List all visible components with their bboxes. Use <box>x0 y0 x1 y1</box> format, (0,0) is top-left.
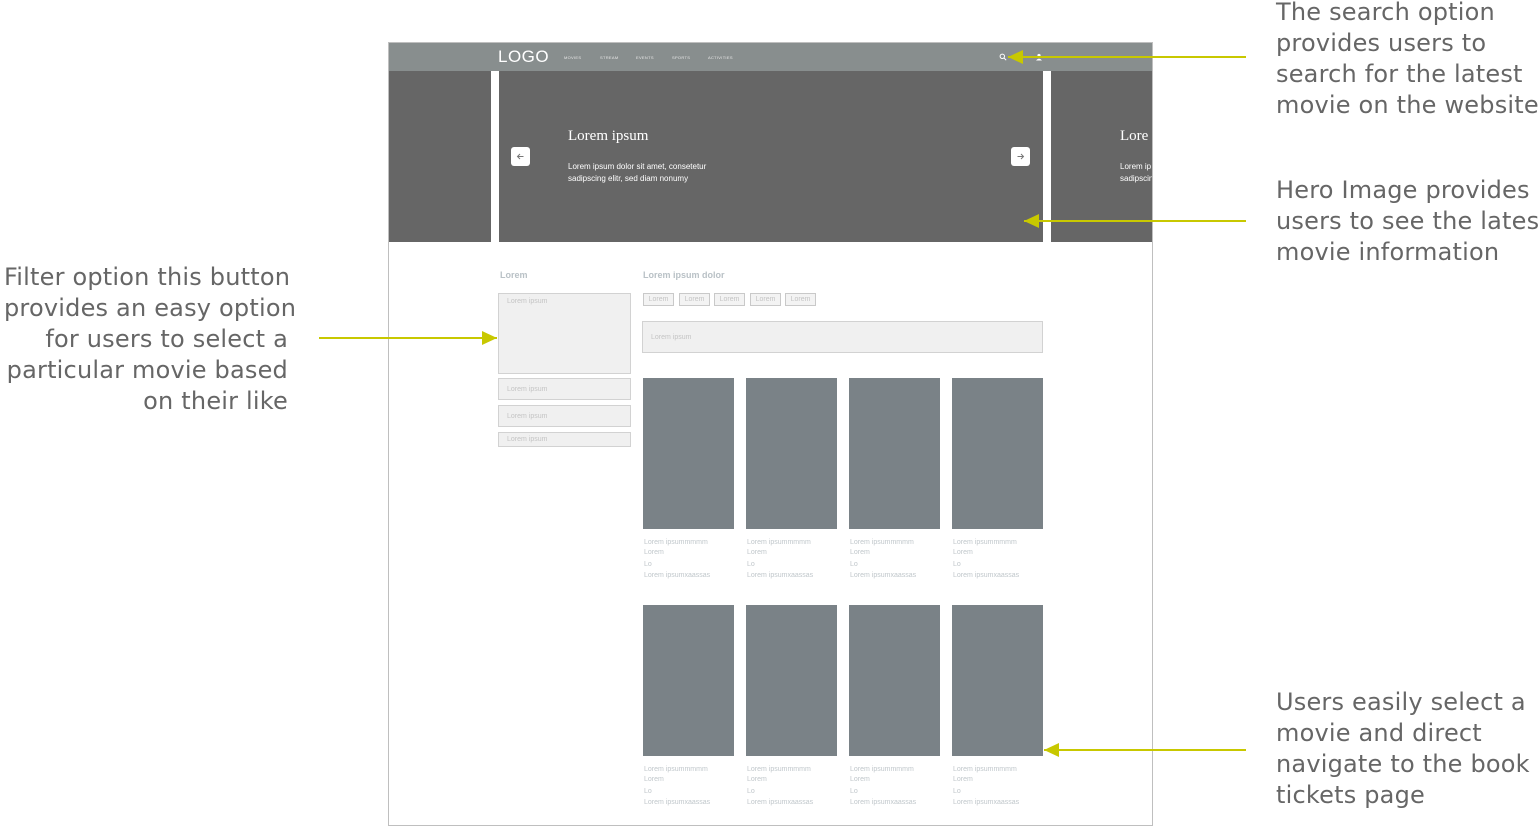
movie-card-text: Lorem <box>747 549 767 556</box>
nav-bar: LOGO MOVIES STREAM EVENTS SPORTS ACTIVIT… <box>389 43 1152 71</box>
movie-card-text: Lorem <box>747 776 767 783</box>
annotation-line: movie information <box>1276 238 1500 266</box>
hero-slide-next: Lore Lorem ip sadipscin <box>1051 71 1153 242</box>
annotation-line: The search option <box>1276 0 1495 26</box>
filter-heading: Lorem <box>500 270 528 280</box>
movie-card-text: Lorem ipsumxaassas <box>644 799 711 806</box>
annotation-line: particular movie based <box>6 356 288 384</box>
movie-card-text: Lorem <box>953 549 973 556</box>
user-icon[interactable] <box>1035 53 1043 61</box>
movie-card[interactable] <box>643 378 734 529</box>
movie-card[interactable] <box>746 378 837 529</box>
movie-card-text: Lorem <box>644 776 664 783</box>
nav-item-movies[interactable]: MOVIES <box>564 55 581 60</box>
filter-option-main[interactable]: Lorem ipsum <box>498 293 631 374</box>
movie-card-text: Lorem ipsumxaassas <box>953 572 1020 579</box>
hero-slide-main: Lorem ipsum Lorem ipsum dolor sit amet, … <box>499 71 1043 242</box>
filter-chip[interactable]: Lorem <box>643 293 674 306</box>
annotation-line: navigate to the book <box>1276 750 1530 778</box>
movie-card-text: Lorem ipsumxaassas <box>644 572 711 579</box>
hero-prev-button[interactable] <box>511 147 530 166</box>
filter-chip[interactable]: Lorem <box>714 293 745 306</box>
annotation-line: Hero Image provides <box>1276 176 1530 204</box>
nav-item-stream[interactable]: STREAM <box>600 55 618 60</box>
annotation-line: movie on the website <box>1276 91 1539 119</box>
annotation-line: provides an easy option <box>4 294 297 322</box>
search-icon[interactable] <box>999 53 1007 61</box>
hero-text: sadipscing elitr, sed diam nonumy <box>568 174 689 183</box>
movie-card-text: Lorem <box>850 776 870 783</box>
search-input[interactable]: Lorem ipsum <box>642 321 1043 353</box>
movie-card-text: Lorem ipsumxaassas <box>850 799 917 806</box>
filter-chip[interactable]: Lorem <box>750 293 781 306</box>
annotation-line: on their like <box>143 387 288 415</box>
movie-card-text: Lorem <box>953 776 973 783</box>
annotation-line: users to see the latest <box>1276 207 1540 235</box>
movie-card-text: Lo <box>850 788 858 795</box>
hero-next-button[interactable] <box>1011 147 1030 166</box>
movie-card-text: Lo <box>953 561 961 568</box>
hero-peek-text: Lorem ip <box>1120 162 1152 171</box>
content-heading: Lorem ipsum dolor <box>643 270 725 280</box>
hero-peek-title: Lore <box>1120 128 1149 144</box>
annotation-hero: Hero Image provides users to see the lat… <box>1276 175 1540 268</box>
annotation-line: Users easily select a <box>1276 688 1526 716</box>
movie-card-text: Lo <box>644 788 652 795</box>
movie-card-text: Lo <box>747 788 755 795</box>
logo[interactable]: LOGO <box>498 47 549 67</box>
annotation-filter: Filter option this button provides an ea… <box>4 262 297 417</box>
arrow-left-icon <box>516 153 524 160</box>
hero-slide-previous <box>389 71 491 242</box>
annotation-line: tickets page <box>1276 781 1425 809</box>
nav-item-events[interactable]: EVENTS <box>636 55 654 60</box>
movie-card-text: Lorem ipsumxaassas <box>747 572 814 579</box>
filter-option[interactable]: Lorem ipsum <box>498 405 631 427</box>
movie-card[interactable] <box>849 605 940 756</box>
movie-card-text: Lo <box>953 788 961 795</box>
movie-card[interactable] <box>746 605 837 756</box>
movie-card-text: Lo <box>644 561 652 568</box>
wireframe-frame: LOGO MOVIES STREAM EVENTS SPORTS ACTIVIT… <box>388 42 1153 826</box>
movie-card-text: Lorem <box>850 549 870 556</box>
movie-card[interactable] <box>952 605 1043 756</box>
movie-card[interactable] <box>849 378 940 529</box>
annotation-search: The search option provides users to sear… <box>1276 0 1539 121</box>
annotation-line: search for the latest <box>1276 60 1523 88</box>
arrow-right-icon <box>1017 153 1025 160</box>
movie-card-text: Lorem ipsumxaassas <box>747 799 814 806</box>
annotation-line: movie and direct <box>1276 719 1482 747</box>
annotation-line: provides users to <box>1276 29 1487 57</box>
filter-option[interactable]: Lorem ipsum <box>498 378 631 400</box>
filter-chip[interactable]: Lorem <box>679 293 710 306</box>
annotation-select: Users easily select a movie and direct n… <box>1276 687 1530 811</box>
movie-card-text: Lorem ipsumxaassas <box>850 572 917 579</box>
nav-item-sports[interactable]: SPORTS <box>672 55 690 60</box>
annotation-line: Filter option this button <box>4 263 291 291</box>
filter-option[interactable]: Lorem ipsum <box>498 432 631 447</box>
hero-peek-text: sadipscin <box>1120 174 1153 183</box>
nav-item-activities[interactable]: ACTIVITIES <box>708 55 733 60</box>
movie-card[interactable] <box>952 378 1043 529</box>
movie-card-text: Lo <box>850 561 858 568</box>
filter-chip[interactable]: Lorem <box>785 293 816 306</box>
movie-card-text: Lo <box>747 561 755 568</box>
movie-card-text: Lorem ipsumxaassas <box>953 799 1020 806</box>
annotation-line: for users to select a <box>45 325 288 353</box>
hero-text: Lorem ipsum dolor sit amet, consetetur <box>568 162 707 171</box>
movie-card-text: Lorem <box>644 549 664 556</box>
hero-title: Lorem ipsum <box>568 128 649 144</box>
movie-card[interactable] <box>643 605 734 756</box>
